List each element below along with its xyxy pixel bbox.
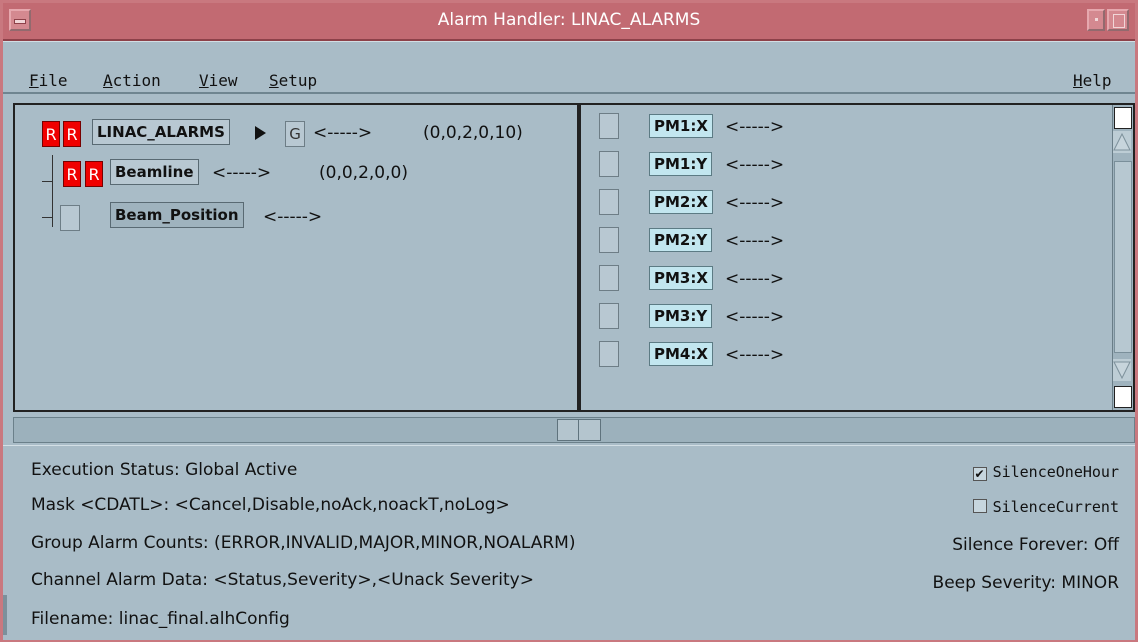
menu-setup-label: Setup <box>269 71 318 90</box>
silence-forever-status: Silence Forever: Off <box>952 535 1119 555</box>
pane-divider-scrollbar[interactable] <box>13 417 1135 443</box>
channel-severity-indicator <box>599 341 619 367</box>
menu-help-label: Help <box>1073 71 1112 90</box>
group-alarm-counts-legend: Group Alarm Counts: (ERROR,INVALID,MAJOR… <box>31 533 576 553</box>
window-border-edge <box>3 595 7 635</box>
tree-branch-line <box>42 217 53 218</box>
menu-help[interactable]: Help <box>1073 71 1112 90</box>
channel-mask-arrow: <-----> <box>725 117 785 137</box>
channel-button[interactable]: PM3:Y <box>649 304 713 328</box>
title-bar[interactable]: Alarm Handler: LINAC_ALARMS <box>3 3 1135 41</box>
beamline-mask-arrow: <-----> <box>212 163 272 183</box>
pane-divider-handle[interactable] <box>557 419 601 441</box>
silence-one-hour-label: SilenceOneHour <box>992 463 1119 481</box>
group-linac-alarms-button[interactable]: LINAC_ALARMS <box>92 119 230 145</box>
guidance-button[interactable]: G <box>285 121 305 147</box>
channel-button[interactable]: PM1:Y <box>649 152 713 176</box>
channel-mask-arrow: <-----> <box>725 231 785 251</box>
channel-button[interactable]: PM2:Y <box>649 228 713 252</box>
scrollbar-top-cap[interactable] <box>1114 107 1132 129</box>
silence-current-toggle[interactable]: SilenceCurrent <box>972 497 1119 517</box>
menu-bar: File Action View Setup Help <box>3 41 1135 94</box>
channel-list-pane: PM1:X <-----> PM1:Y <-----> PM2:X <-----> PM2:… <box>579 103 1135 412</box>
channel-button[interactable]: PM1:X <box>649 114 713 138</box>
menu-view[interactable]: View <box>199 71 238 90</box>
scrollbar-bottom-cap[interactable] <box>1114 386 1132 408</box>
channel-button[interactable]: PM3:X <box>649 266 713 290</box>
channel-severity-indicator <box>599 189 619 215</box>
beamline-unack-severity-indicator: R <box>85 161 103 187</box>
scroll-down-arrow-icon[interactable] <box>1113 359 1131 381</box>
root-alarm-counts: (0,0,2,0,10) <box>423 123 523 143</box>
checkbox-unchecked-icon[interactable] <box>972 499 987 513</box>
group-beamline-button[interactable]: Beamline <box>110 159 199 185</box>
menu-file-label: File <box>29 71 68 90</box>
root-unack-severity-indicator: R <box>63 121 81 147</box>
channel-severity-indicator <box>599 303 619 329</box>
channel-severity-indicator <box>599 113 619 139</box>
execution-status: Execution Status: Global Active <box>31 460 298 480</box>
tree-branch-line <box>42 181 53 182</box>
window-title: Alarm Handler: LINAC_ALARMS <box>437 10 701 30</box>
alarm-handler-window: Alarm Handler: LINAC_ALARMS File Action … <box>0 0 1138 642</box>
channel-mask-arrow: <-----> <box>725 345 785 365</box>
channel-mask-arrow: <-----> <box>725 193 785 213</box>
mask-legend: Mask <CDATL>: <Cancel,Disable,noAck,noac… <box>31 495 510 515</box>
menu-file[interactable]: File <box>29 71 68 90</box>
scroll-up-arrow-icon[interactable] <box>1113 131 1131 153</box>
menu-setup[interactable]: Setup <box>269 71 317 90</box>
silence-one-hour-toggle[interactable]: ✔ SilenceOneHour <box>972 462 1119 482</box>
channel-alarm-data-legend: Channel Alarm Data: <Status,Severity>,<U… <box>31 570 534 590</box>
channel-button[interactable]: PM4:X <box>649 342 713 366</box>
beam-position-mask-arrow: <-----> <box>263 207 323 227</box>
silence-current-label: SilenceCurrent <box>992 498 1119 516</box>
group-tree-pane: R R LINAC_ALARMS G <-----> (0,0,2,0,10) … <box>13 103 579 412</box>
filename-label: Filename: linac_final.alhConfig <box>31 609 290 629</box>
channel-severity-indicator <box>599 265 619 291</box>
maximize-button[interactable] <box>1107 9 1129 31</box>
beam-position-severity-indicator <box>60 205 80 231</box>
scrollbar-thumb[interactable] <box>1114 161 1132 353</box>
group-beam-position-button[interactable]: Beam_Position <box>110 202 244 228</box>
beamline-severity-indicator: R <box>63 161 81 187</box>
channel-button[interactable]: PM2:X <box>649 190 713 214</box>
beamline-alarm-counts: (0,0,2,0,0) <box>319 163 408 183</box>
expanded-arrow-icon[interactable] <box>255 126 266 140</box>
beep-severity-status: Beep Severity: MINOR <box>932 573 1119 593</box>
channel-mask-arrow: <-----> <box>725 155 785 175</box>
menu-action-label: Action <box>103 71 161 90</box>
root-mask-arrow: <-----> <box>313 123 373 143</box>
channel-severity-indicator <box>599 227 619 253</box>
channel-mask-arrow: <-----> <box>725 269 785 289</box>
menu-view-label: View <box>199 71 238 90</box>
root-severity-indicator: R <box>42 121 60 147</box>
checkbox-checked-icon[interactable]: ✔ <box>972 467 987 481</box>
minimize-button[interactable] <box>1087 9 1105 31</box>
channel-mask-arrow: <-----> <box>725 307 785 327</box>
channel-severity-indicator <box>599 151 619 177</box>
menu-action[interactable]: Action <box>103 71 161 90</box>
status-area: Execution Status: Global Active Mask <CD… <box>3 445 1135 640</box>
channel-vertical-scrollbar[interactable] <box>1112 105 1133 410</box>
